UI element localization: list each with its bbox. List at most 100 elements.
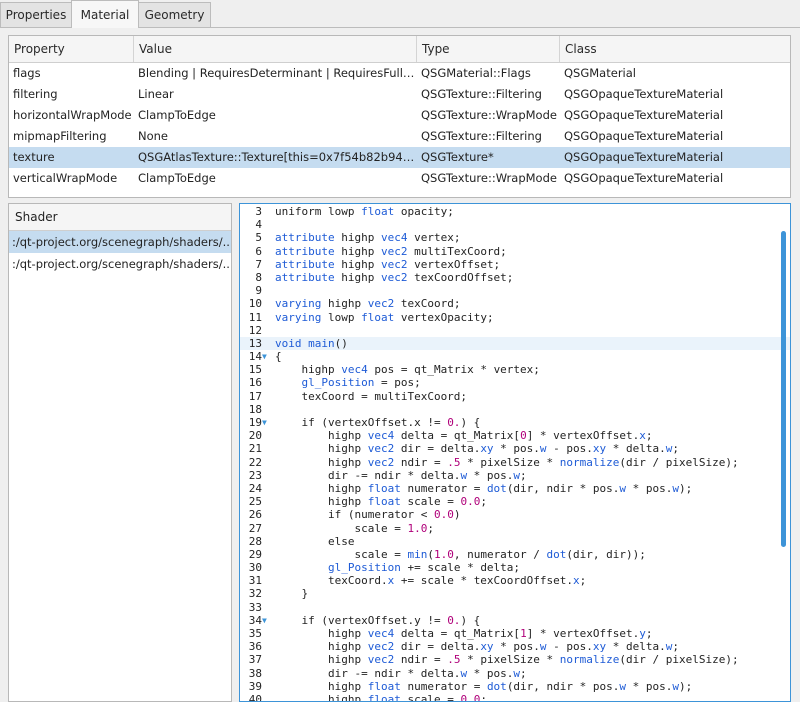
- property-table: Property Value Type Class flags Blending…: [8, 35, 791, 198]
- code-line[interactable]: 36 highp vec2 dir = delta.xy * pos.w - p…: [240, 640, 790, 653]
- code-line[interactable]: 22 highp vec2 ndir = .5 * pixelSize * no…: [240, 456, 790, 469]
- code-line[interactable]: 31 texCoord.x += scale * texCoordOffset.…: [240, 574, 790, 587]
- line-number: 7: [255, 257, 262, 271]
- code-line[interactable]: 26 if (numerator < 0.0): [240, 508, 790, 521]
- code-line[interactable]: 7 attribute highp vec2 vertexOffset;: [240, 258, 790, 271]
- table-row[interactable]: horizontalWrapMode ClampToEdge QSGTextur…: [9, 105, 790, 126]
- code-line[interactable]: 23 dir -= ndir * delta.w * pos.w;: [240, 469, 790, 482]
- code-line[interactable]: 17 texCoord = multiTexCoord;: [240, 390, 790, 403]
- code-text: scale = min(1.0, numerator / dot(dir, di…: [275, 547, 646, 561]
- shader-list-item-selected[interactable]: :/qt-project.org/scenegraph/shaders/...: [9, 231, 231, 253]
- property-cell: mipmapFiltering: [13, 129, 107, 143]
- shader-list-header[interactable]: Shader: [9, 204, 231, 231]
- line-number: 6: [255, 244, 262, 258]
- code-line[interactable]: 10 varying highp vec2 texCoord;: [240, 297, 790, 310]
- column-header-class[interactable]: Class: [560, 36, 790, 62]
- line-number: 8: [255, 270, 262, 284]
- shader-list-item[interactable]: :/qt-project.org/scenegraph/shaders/...: [9, 253, 231, 275]
- class-cell: QSGOpaqueTextureMaterial: [564, 150, 724, 164]
- line-number: 30: [248, 561, 262, 575]
- code-text: gl_Position += scale * delta;: [327, 561, 521, 575]
- code-line[interactable]: 5 attribute highp vec4 vertex;: [240, 231, 790, 244]
- code-line[interactable]: 34 ▼ if (vertexOffset.y != 0.) {: [240, 614, 790, 627]
- code-line[interactable]: 3 uniform lowp float opacity;: [240, 205, 790, 218]
- tab-geometry[interactable]: Geometry: [138, 2, 211, 27]
- code-text: highp vec4 pos = qt_Matrix * vertex;: [275, 363, 540, 377]
- line-number: 16: [248, 376, 262, 390]
- code-line[interactable]: 18: [240, 403, 790, 416]
- property-cell: flags: [13, 66, 41, 80]
- column-header-type[interactable]: Type: [417, 36, 560, 62]
- property-cell: verticalWrapMode: [13, 171, 118, 185]
- table-row[interactable]: filtering Linear QSGTexture::Filtering Q…: [9, 84, 790, 105]
- code-text: uniform lowp float opacity;: [275, 205, 454, 218]
- property-cell: filtering: [13, 87, 58, 101]
- column-header-value[interactable]: Value: [134, 36, 417, 62]
- code-line[interactable]: 15 highp vec4 pos = qt_Matrix * vertex;: [240, 363, 790, 376]
- code-line[interactable]: 8 attribute highp vec2 texCoordOffset;: [240, 271, 790, 284]
- fold-arrow-icon[interactable]: ▼: [262, 350, 267, 363]
- code-line[interactable]: 9: [240, 284, 790, 297]
- type-cell: QSGTexture::WrapMode: [421, 108, 557, 122]
- table-row[interactable]: verticalWrapMode ClampToEdge QSGTexture:…: [9, 168, 790, 189]
- code-line[interactable]: 40 highp float scale = 0.0;: [240, 692, 790, 702]
- code-text: highp float scale = 0.0;: [275, 495, 487, 509]
- table-row[interactable]: flags Blending | RequiresDeterminant | R…: [9, 63, 790, 84]
- code-text: highp vec4 delta = qt_Matrix[0] * vertex…: [275, 429, 653, 443]
- table-row[interactable]: mipmapFiltering None QSGTexture::Filteri…: [9, 126, 790, 147]
- code-text: highp vec2 dir = delta.xy * pos.w - pos.…: [275, 640, 680, 654]
- code-line[interactable]: 37 highp vec2 ndir = .5 * pixelSize * no…: [240, 653, 790, 666]
- table-row-selected[interactable]: texture QSGAtlasTexture::Texture[this=0x…: [9, 147, 790, 168]
- table-header: Property Value Type Class: [9, 36, 790, 63]
- code-line[interactable]: 4: [240, 218, 790, 231]
- code-text: if (vertexOffset.x != 0.) {: [275, 416, 481, 429]
- tab-properties[interactable]: Properties: [0, 2, 72, 27]
- class-cell: QSGOpaqueTextureMaterial: [564, 108, 724, 122]
- code-line[interactable]: 39 highp float numerator = dot(dir, ndir…: [240, 680, 790, 693]
- line-number: 32: [248, 587, 262, 601]
- line-number: 40: [248, 692, 262, 702]
- fold-arrow-icon[interactable]: ▼: [262, 416, 267, 429]
- value-cell: ClampToEdge: [138, 108, 216, 122]
- shader-code-editor[interactable]: 3 uniform lowp float opacity; 4 5 attribute …: [239, 203, 791, 702]
- code-line[interactable]: 24 highp float numerator = dot(dir, ndir…: [240, 482, 790, 495]
- code-line[interactable]: 27 scale = 1.0;: [240, 522, 790, 535]
- code-line[interactable]: 13 void main(): [240, 336, 790, 351]
- type-cell: QSGTexture::Filtering: [421, 129, 542, 143]
- column-header-property[interactable]: Property: [9, 36, 134, 62]
- code-line[interactable]: 38 dir -= ndir * delta.w * pos.w;: [240, 667, 790, 680]
- tab-material[interactable]: Material: [71, 0, 139, 28]
- line-number: 10: [248, 297, 262, 311]
- code-line[interactable]: 6 attribute highp vec2 multiTexCoord;: [240, 245, 790, 258]
- code-line[interactable]: 32 }: [240, 587, 790, 600]
- code-line[interactable]: 19 ▼ if (vertexOffset.x != 0.) {: [240, 416, 790, 429]
- type-cell: QSGTexture::WrapMode: [421, 171, 557, 185]
- code-line[interactable]: 12: [240, 324, 790, 337]
- line-number: 13: [248, 336, 262, 350]
- code-line[interactable]: 33: [240, 601, 790, 614]
- line-number: 33: [248, 600, 262, 614]
- code-line[interactable]: 30 gl_Position += scale * delta;: [240, 561, 790, 574]
- value-cell: QSGAtlasTexture::Texture[this=0x7f54b82b…: [138, 150, 417, 164]
- code-line[interactable]: 35 highp vec4 delta = qt_Matrix[1] * ver…: [240, 627, 790, 640]
- line-number: 17: [248, 389, 262, 403]
- code-line[interactable]: 14 ▼ {: [240, 350, 790, 363]
- scrollbar-thumb[interactable]: [781, 231, 786, 547]
- class-cell: QSGOpaqueTextureMaterial: [564, 129, 724, 143]
- code-text: else: [275, 534, 355, 548]
- code-line[interactable]: 16 gl_Position = pos;: [240, 376, 790, 389]
- code-line[interactable]: 21 highp vec2 dir = delta.xy * pos.w - p…: [240, 442, 790, 455]
- line-number: 24: [248, 481, 262, 495]
- code-line[interactable]: 20 highp vec4 delta = qt_Matrix[0] * ver…: [240, 429, 790, 442]
- line-number: 21: [248, 442, 262, 456]
- line-number: 5: [255, 231, 262, 245]
- code-line[interactable]: 28 else: [240, 535, 790, 548]
- code-line[interactable]: 11 varying lowp float vertexOpacity;: [240, 311, 790, 324]
- fold-arrow-icon[interactable]: ▼: [262, 614, 267, 627]
- code-text: highp float numerator = dot(dir, ndir * …: [275, 679, 693, 693]
- code-line[interactable]: 29 scale = min(1.0, numerator / dot(dir,…: [240, 548, 790, 561]
- vertical-scrollbar[interactable]: [779, 206, 789, 699]
- code-line[interactable]: 25 highp float scale = 0.0;: [240, 495, 790, 508]
- line-number: 4: [255, 218, 262, 232]
- line-number: 14: [248, 350, 262, 364]
